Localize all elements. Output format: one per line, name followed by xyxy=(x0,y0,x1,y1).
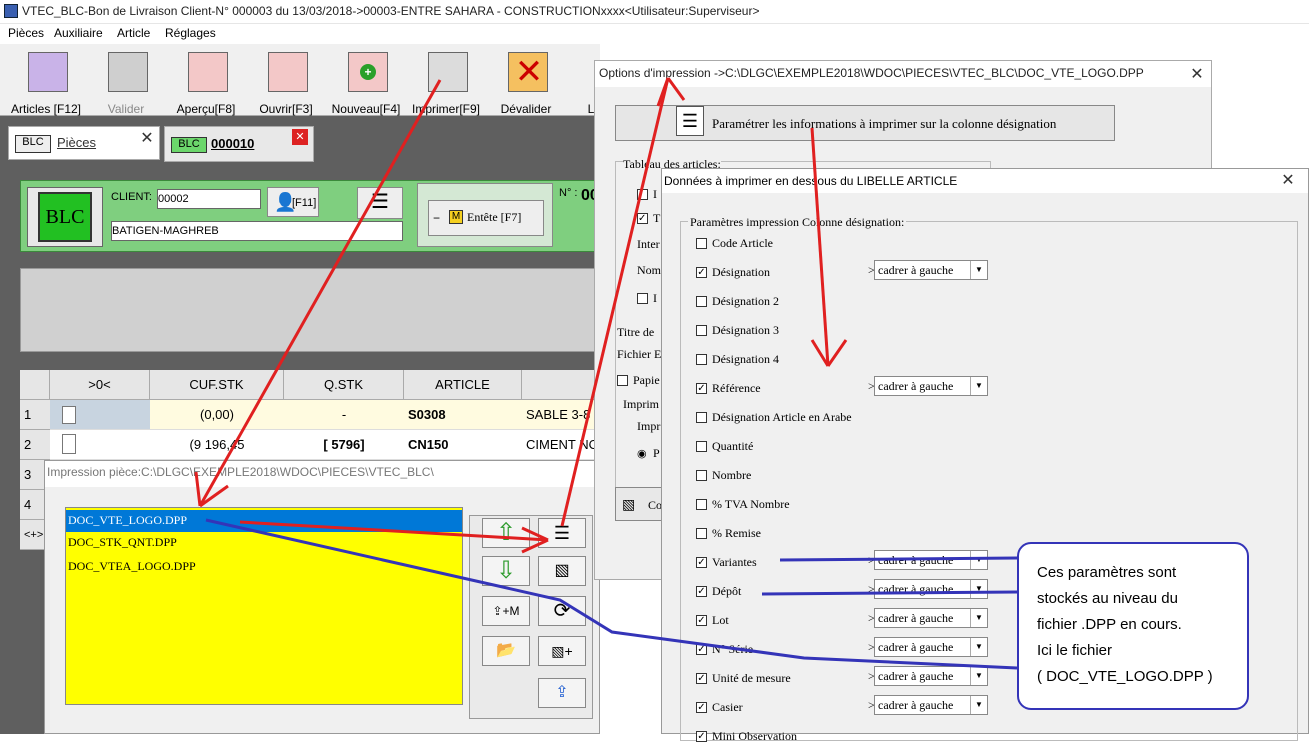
annotation-arrows xyxy=(194,77,1018,670)
red-arrowhead xyxy=(810,339,848,367)
red-arrowhead xyxy=(194,471,229,508)
red-arrow xyxy=(198,79,442,507)
blue-line xyxy=(761,590,1018,596)
blue-line xyxy=(779,556,1018,562)
red-arrow xyxy=(560,77,670,527)
red-arrow xyxy=(810,127,830,367)
